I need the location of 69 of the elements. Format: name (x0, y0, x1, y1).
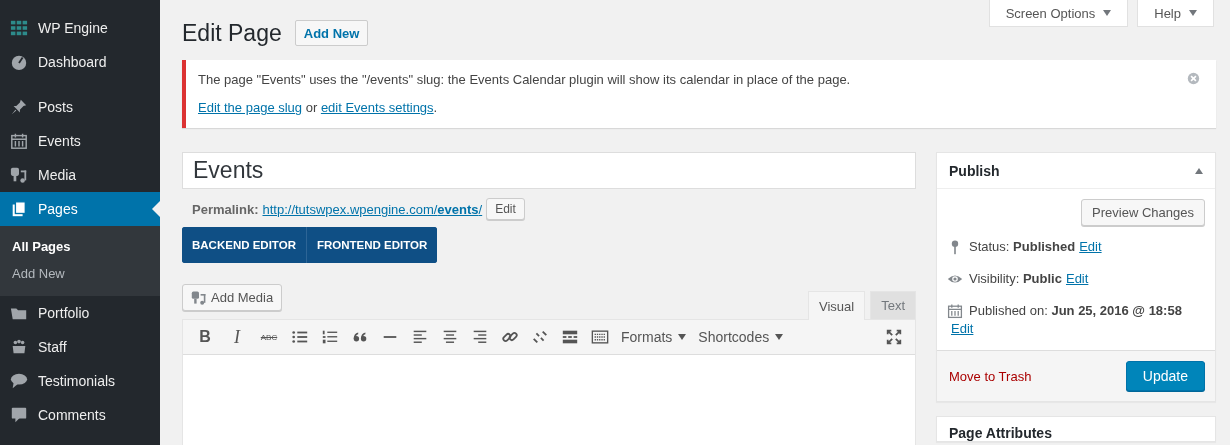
align-right-icon[interactable] (471, 328, 489, 346)
submenu-item[interactable]: Add New (0, 260, 160, 287)
comment-icon (10, 406, 28, 424)
menu-item[interactable]: Posts (0, 90, 160, 124)
move-to-trash-link[interactable]: Move to Trash (949, 368, 1032, 384)
bullets-icon[interactable] (291, 328, 309, 346)
submenu-item[interactable]: All Pages (0, 233, 160, 260)
permalink-link[interactable]: http://tutswpex.wpengine.com/events/ (262, 201, 483, 217)
title-field[interactable]: Events (182, 152, 916, 189)
fullscreen-icon[interactable] (885, 328, 903, 346)
add-new-button[interactable]: Add New (294, 20, 369, 46)
pin-icon (10, 98, 28, 116)
menu-item[interactable]: Testimonials (0, 364, 160, 398)
publish-info-text: Status: Published (969, 238, 1076, 256)
edit-link[interactable]: Edit (1065, 270, 1089, 288)
caret-icon (1103, 10, 1112, 16)
panel-title: Page Attributes (949, 425, 1052, 441)
align-center-icon[interactable] (441, 328, 459, 346)
editor-mode-button[interactable]: FRONTEND EDITOR (305, 227, 438, 263)
strikethrough-button[interactable]: ABC (259, 332, 279, 342)
publish-info-text: Visibility: Public (969, 270, 1062, 288)
screen-tab-button[interactable]: Screen Options (988, 0, 1129, 27)
align-left-icon[interactable] (411, 328, 429, 346)
calendar-icon (947, 303, 963, 319)
menu-item[interactable]: Events (0, 124, 160, 158)
publish-info-text: Published on: Jun 25, 2016 @ 18:58 (969, 302, 1182, 320)
notice-links-text: Edit the page slug or edit Events settings. (198, 99, 438, 117)
caret-icon (1189, 10, 1197, 16)
unlink-icon[interactable] (531, 328, 549, 346)
menu-item[interactable]: Comments (0, 398, 160, 432)
bubble-icon (10, 372, 28, 390)
grid-icon (10, 19, 28, 37)
dropdown-button[interactable]: Formats (621, 329, 687, 345)
menu-item[interactable]: Pages (0, 192, 160, 226)
caret-icon (775, 334, 784, 340)
kitchen-icon[interactable] (591, 328, 609, 346)
editor-tab[interactable]: Visual (807, 291, 866, 320)
menu-item[interactable]: WP Engine (0, 11, 160, 45)
menu-item[interactable]: Media (0, 158, 160, 192)
people-icon (10, 338, 28, 356)
edit-link[interactable]: Edit (951, 320, 974, 338)
caret-icon (678, 334, 687, 340)
menu-item[interactable]: Dashboard (0, 45, 160, 79)
panel-title: Publish (949, 162, 1000, 179)
update-button[interactable]: Update (1125, 361, 1205, 391)
add-media-button[interactable]: Add Media (182, 284, 283, 311)
menu-item[interactable]: Portfolio (0, 296, 160, 330)
media-icon (191, 289, 207, 306)
bold-button[interactable]: B (195, 328, 215, 346)
edit-permalink-button[interactable]: Edit (486, 198, 525, 220)
edit-link[interactable]: Edit (1079, 238, 1102, 256)
numbers-icon[interactable] (321, 328, 339, 346)
link[interactable]: edit Events settings (320, 100, 434, 115)
media-icon (10, 166, 28, 184)
italic-button[interactable]: I (227, 326, 247, 348)
more-icon[interactable] (561, 328, 579, 346)
editor-tab[interactable]: Text (870, 291, 916, 319)
pages-icon (10, 200, 28, 218)
notice-text: The page "Events" uses the "/events" slug: the Events Calendar plugin will show its calendar in place of the page. (198, 71, 851, 89)
collapse-icon[interactable] (1195, 167, 1203, 174)
page-title: Edit Page (182, 19, 282, 47)
link[interactable]: Edit the page slug (198, 100, 303, 115)
gauge-icon (10, 53, 28, 71)
dropdown-button[interactable]: Shortcodes (698, 329, 784, 345)
preview-changes-button[interactable]: Preview Changes (1081, 199, 1205, 226)
calendar-icon (10, 132, 28, 150)
screen-tab-button[interactable]: Help (1137, 0, 1214, 27)
menu-item[interactable]: Staff (0, 330, 160, 364)
permalink-label: Permalink: (192, 201, 259, 217)
